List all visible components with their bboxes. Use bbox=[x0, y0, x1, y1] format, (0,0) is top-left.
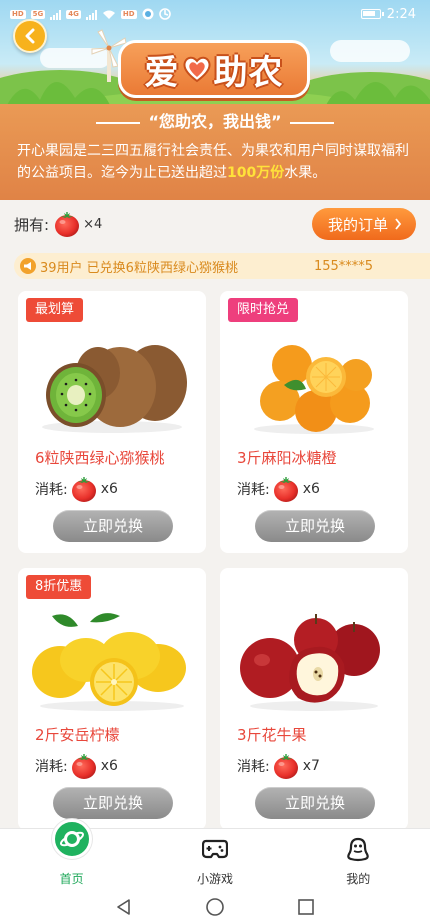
tomato-icon bbox=[70, 475, 98, 503]
lemon-image bbox=[32, 613, 186, 711]
nav-mini-games[interactable]: 小游戏 bbox=[143, 829, 286, 890]
kiwi-image bbox=[42, 345, 187, 433]
app-notification-icon bbox=[142, 8, 154, 20]
redeem-button[interactable]: 立即兑换 bbox=[53, 787, 173, 819]
owned-row: 拥有: ×4 我的订单 bbox=[0, 200, 430, 248]
back-button[interactable] bbox=[13, 19, 47, 53]
tomato-icon bbox=[70, 752, 98, 780]
intro-highlight: 100万份 bbox=[227, 165, 285, 181]
owned-label: 拥有: bbox=[14, 215, 50, 234]
product-name: 3斤花牛果 bbox=[237, 726, 307, 744]
tomato-icon bbox=[272, 475, 300, 503]
promo-tag: 8折优惠 bbox=[26, 575, 92, 599]
redeem-button[interactable]: 立即兑换 bbox=[255, 510, 375, 542]
product-card[interactable]: 限时抢兑 3斤麻阳冰糖橙 消耗: x6 立即兑换 bbox=[220, 291, 408, 553]
hd-badge: HD bbox=[10, 9, 26, 19]
chevron-right-icon bbox=[395, 218, 402, 230]
redeem-button[interactable]: 立即兑换 bbox=[53, 510, 173, 542]
recents-square-icon[interactable] bbox=[297, 898, 315, 916]
owned-tomatoes: 拥有: ×4 bbox=[14, 210, 102, 238]
title-left: 爱 bbox=[144, 52, 180, 93]
page-title: 爱 助农 bbox=[118, 40, 310, 98]
nav-home-label: 首页 bbox=[59, 872, 84, 886]
network-badge-2: 4G bbox=[66, 9, 81, 19]
product-cost: 消耗: x7 bbox=[237, 752, 320, 780]
product-card[interactable]: 3斤花牛果 消耗: x7 立即兑换 bbox=[220, 568, 408, 830]
product-cost: 消耗: x6 bbox=[237, 475, 320, 503]
signal-icon bbox=[50, 9, 62, 20]
battery-icon bbox=[360, 9, 384, 19]
signal-icon-2 bbox=[85, 9, 97, 20]
intro-text: 开心果园是二三四五履行社会责任、为果农和用户同时谋取福利的公益项目。迄今为止已送… bbox=[17, 143, 409, 181]
product-card[interactable]: 最划算 6粒陕西绿心猕猴桃 消耗: x6 立即兑换 bbox=[18, 291, 206, 553]
product-name: 6粒陕西绿心猕猴桃 bbox=[35, 449, 165, 467]
owned-count: ×4 bbox=[83, 216, 103, 232]
slogan: “您助农，我出钱” bbox=[0, 108, 430, 132]
my-orders-label: 我的订单 bbox=[327, 215, 388, 234]
promo-tag: 限时抢兑 bbox=[228, 298, 299, 322]
promo-tag: 最划算 bbox=[26, 298, 84, 322]
system-nav-bar bbox=[0, 890, 430, 924]
status-time: 2:24 bbox=[386, 6, 416, 22]
gamepad-icon bbox=[201, 839, 228, 859]
nav-home[interactable]: 首页 bbox=[0, 819, 143, 890]
redeem-ticker: 39用户 已兑换6粒陕西绿心猕猴桃 155****5 bbox=[14, 253, 430, 279]
product-name: 2斤安岳柠檬 bbox=[35, 726, 120, 744]
apple-image bbox=[240, 614, 380, 711]
tomato-icon bbox=[272, 752, 300, 780]
wifi-icon bbox=[102, 10, 115, 19]
ticker-message: 39用户 已兑换6粒陕西绿心猕猴桃 bbox=[40, 260, 238, 276]
network-badge: 5G bbox=[30, 9, 46, 19]
my-orders-button[interactable]: 我的订单 bbox=[311, 208, 416, 240]
megaphone-icon bbox=[20, 258, 36, 274]
tomato-icon bbox=[53, 210, 81, 238]
sync-icon bbox=[158, 8, 171, 20]
chevron-left-icon bbox=[25, 28, 35, 44]
back-triangle-icon[interactable] bbox=[115, 898, 133, 916]
nav-mini-games-label: 小游戏 bbox=[196, 872, 233, 886]
penguin-icon bbox=[347, 837, 370, 862]
heart-icon bbox=[182, 56, 211, 83]
bottom-nav: 首页 小游戏 我的 bbox=[0, 819, 430, 890]
product-cost: 消耗: x6 bbox=[35, 475, 118, 503]
planet-icon bbox=[51, 819, 92, 859]
nav-profile[interactable]: 我的 bbox=[287, 829, 430, 890]
ticker-next: 155****5 bbox=[313, 258, 374, 274]
product-name: 3斤麻阳冰糖橙 bbox=[237, 449, 337, 467]
title-right: 助农 bbox=[213, 52, 284, 93]
status-bar: HD 5G 4G HD 2:24 bbox=[0, 0, 430, 28]
product-card[interactable]: 8折优惠 2斤安岳柠檬 消耗: x6 立即兑换 bbox=[18, 568, 206, 830]
orange-image bbox=[254, 345, 374, 434]
hero-banner: 爱 助农 “您助农，我出钱” 开心果园是二三四五履行社会责任、为果农和用户同时谋… bbox=[0, 0, 430, 200]
hd-badge-2: HD bbox=[120, 9, 137, 19]
product-cost: 消耗: x6 bbox=[35, 752, 118, 780]
redeem-button[interactable]: 立即兑换 bbox=[255, 787, 375, 819]
nav-profile-label: 我的 bbox=[346, 872, 371, 886]
home-circle-icon[interactable] bbox=[205, 897, 225, 917]
